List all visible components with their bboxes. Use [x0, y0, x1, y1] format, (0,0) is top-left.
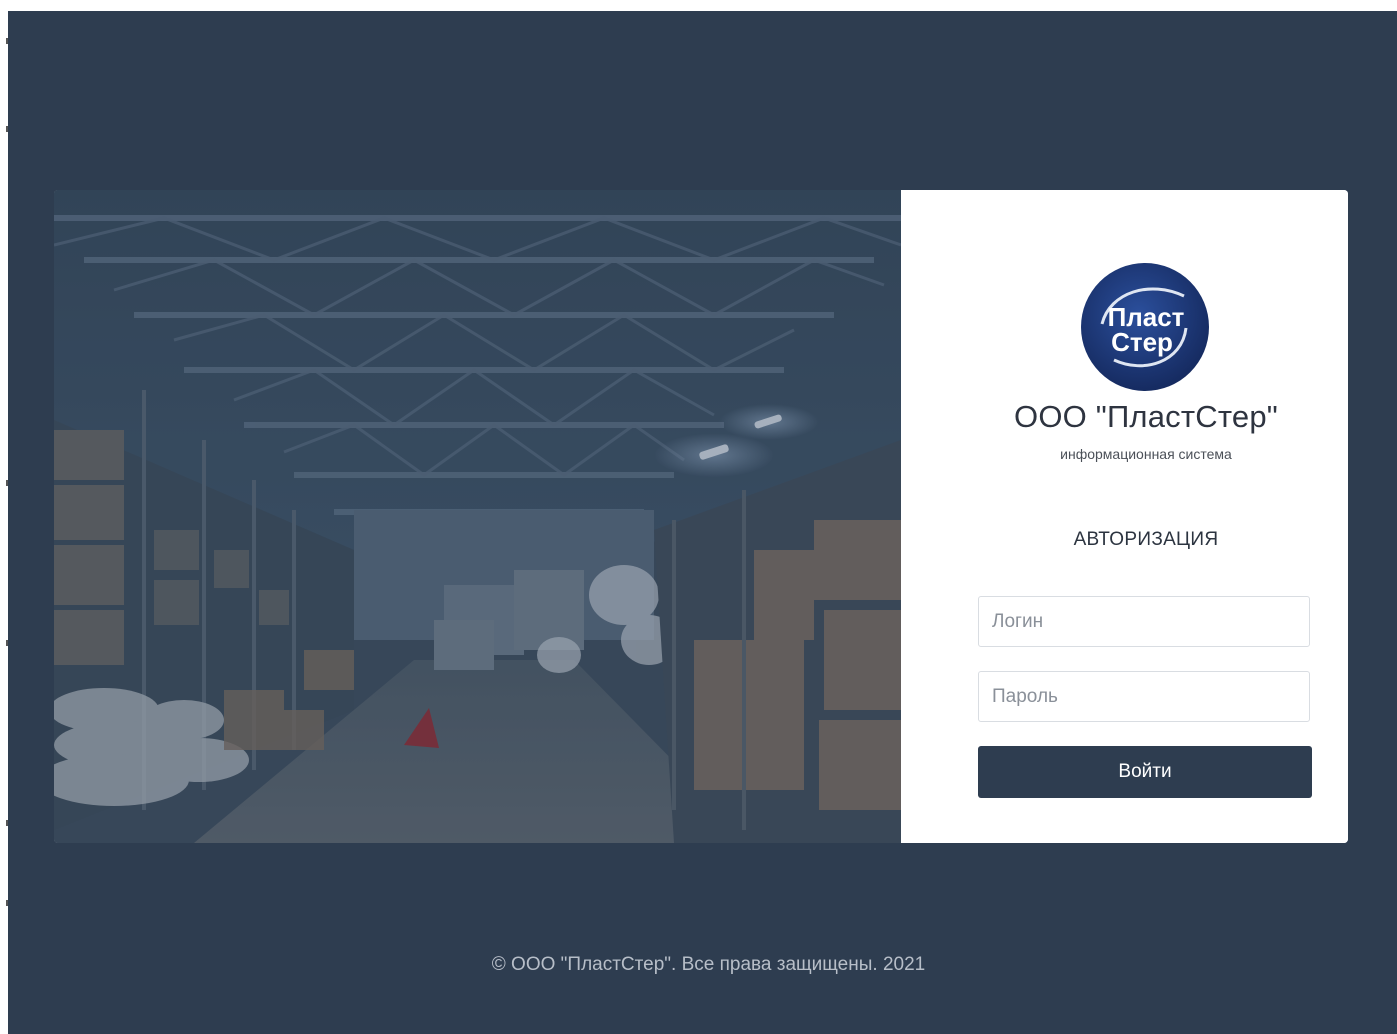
warehouse-illustration	[54, 190, 901, 843]
login-input[interactable]	[978, 596, 1310, 647]
company-name: ООО "ПластСтер"	[1014, 399, 1278, 434]
login-button[interactable]: Войти	[978, 746, 1312, 798]
footer: © ООО "ПластСтер". Все права защищены. 2…	[0, 954, 1397, 976]
plastster-logo-icon: Пласт Стер	[1081, 263, 1209, 391]
warehouse-photo	[54, 190, 901, 843]
password-input[interactable]	[978, 671, 1310, 722]
auth-heading: АВТОРИЗАЦИЯ	[1073, 529, 1219, 550]
copyright-symbol: ©	[491, 954, 506, 975]
window-left-edge	[0, 0, 8, 1034]
logo-line2: Стер	[1111, 327, 1173, 357]
login-panel: Пласт Стер ООО "ПластСтер" информационна…	[901, 190, 1348, 843]
company-subtitle: информационная система	[1060, 446, 1232, 462]
login-card: Пласт Стер ООО "ПластСтер" информационна…	[54, 190, 1348, 843]
footer-text: ООО "ПластСтер". Все права защищены. 202…	[511, 954, 926, 975]
